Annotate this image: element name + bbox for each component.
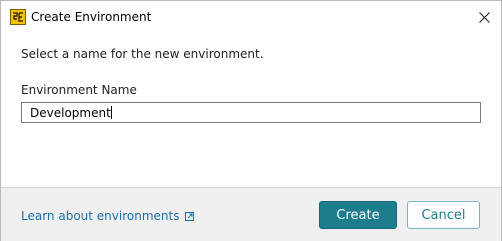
environment-app-icon	[10, 9, 26, 25]
text-caret	[110, 106, 112, 119]
window-title: Create Environment	[31, 10, 152, 24]
title-bar[interactable]: Create Environment	[1, 1, 501, 33]
environment-name-input[interactable]: Development	[21, 102, 481, 123]
create-environment-dialog: Create Environment Select a name for the…	[0, 0, 502, 241]
learn-link-label: Learn about environments	[21, 209, 180, 223]
close-button[interactable]	[467, 1, 501, 33]
learn-about-environments-link[interactable]: Learn about environments	[21, 209, 195, 223]
cancel-button[interactable]: Cancel	[407, 201, 480, 229]
close-icon	[478, 11, 490, 23]
dialog-body: Select a name for the new environment. E…	[1, 34, 501, 186]
environment-name-value: Development	[30, 106, 112, 120]
create-button[interactable]: Create	[319, 201, 397, 229]
dialog-prompt: Select a name for the new environment.	[21, 47, 264, 61]
environment-name-text: Development	[30, 106, 111, 120]
dialog-footer: Learn about environments Create Cancel	[1, 187, 501, 241]
environment-name-label: Environment Name	[21, 83, 137, 97]
external-link-icon	[185, 212, 195, 221]
